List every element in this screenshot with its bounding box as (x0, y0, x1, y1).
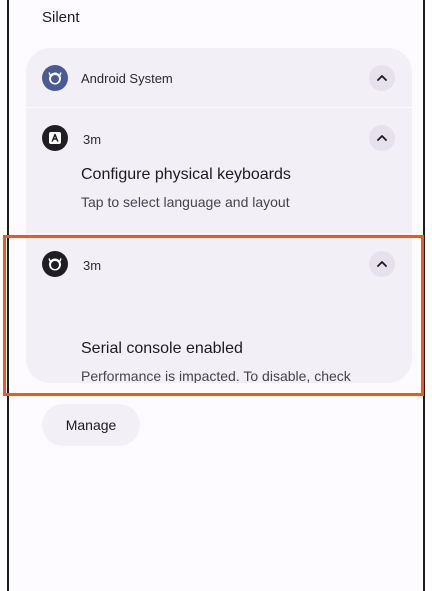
notification-time: 3m (83, 258, 102, 273)
notification-title: Configure physical keyboards (81, 166, 291, 183)
android-system-icon (42, 251, 68, 277)
manage-button[interactable]: Manage (42, 404, 140, 446)
notification-title: Serial console enabled (81, 340, 243, 357)
group-header[interactable]: Android System (26, 48, 412, 106)
notification-item-serial-console[interactable]: 3m Serial console enabled Performance is… (26, 234, 412, 383)
device-edge-left (7, 0, 9, 591)
group-app-name: Android System (81, 71, 173, 86)
group-collapse-button[interactable] (369, 65, 395, 91)
android-system-icon (42, 65, 68, 91)
keyboard-a-icon (42, 125, 68, 151)
notification-collapse-button[interactable] (369, 125, 395, 151)
chevron-up-icon (377, 135, 387, 141)
chevron-up-icon (377, 261, 387, 267)
device-edge-right (423, 0, 425, 591)
notification-shade-frame: Silent Android System 3m Configure physi… (0, 0, 432, 591)
notification-collapse-button[interactable] (369, 251, 395, 277)
section-label-silent: Silent (42, 9, 80, 26)
chevron-up-icon (377, 75, 387, 81)
notification-body: Performance is impacted. To disable, che… (81, 368, 351, 383)
notification-item-keyboards[interactable]: 3m Configure physical keyboards Tap to s… (26, 108, 412, 233)
notification-time: 3m (83, 132, 102, 147)
notification-group: Android System 3m Configure physical key… (26, 48, 412, 383)
notification-body: Tap to select language and layout (81, 194, 290, 210)
